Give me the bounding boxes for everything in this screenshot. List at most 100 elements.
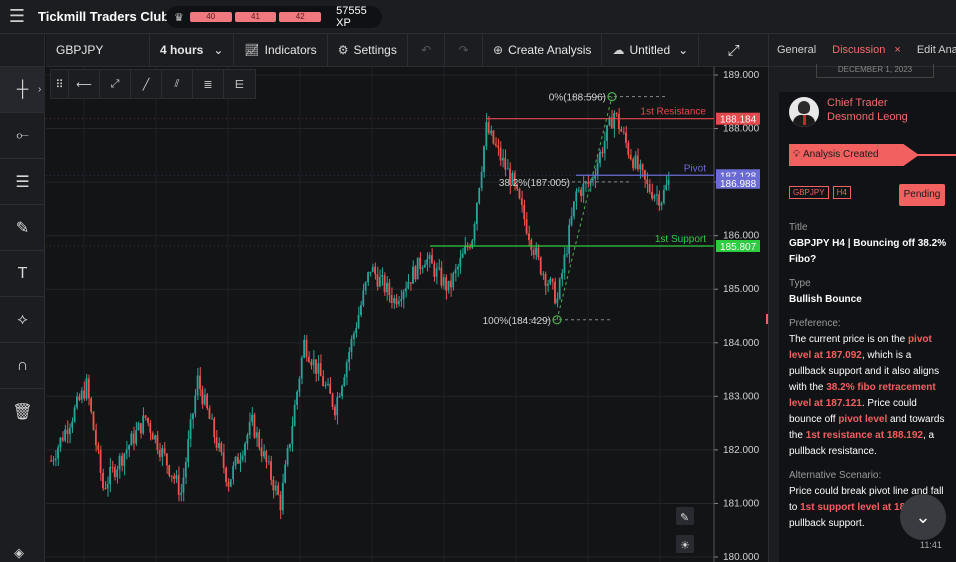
layout-selector[interactable]: ☁ Untitled ⌄ bbox=[602, 33, 700, 67]
level-price-label: 186.988 bbox=[720, 179, 757, 190]
redo-button[interactable]: ↷ bbox=[445, 33, 483, 67]
layers-icon[interactable]: ◈ bbox=[14, 545, 24, 561]
candle-body bbox=[423, 264, 426, 268]
candle-body bbox=[251, 414, 253, 422]
create-analysis-button[interactable]: ⊕ Create Analysis bbox=[483, 33, 603, 67]
candle-body bbox=[99, 449, 102, 473]
chart-canvas[interactable]: 189.000188.000187.000186.000185.000184.0… bbox=[46, 67, 768, 562]
candle-body bbox=[248, 421, 251, 436]
candle-body bbox=[454, 269, 457, 274]
candle-body bbox=[570, 216, 573, 225]
author-info: Chief Trader Desmond Leong bbox=[827, 96, 908, 124]
candle-body bbox=[123, 453, 126, 466]
parallel-channel-tool[interactable]: ≣ bbox=[193, 70, 224, 98]
indicators-button[interactable]: 📈︎ Indicators bbox=[234, 33, 328, 67]
drag-handle-icon[interactable]: ⠿ bbox=[51, 70, 69, 98]
candle-body bbox=[132, 433, 135, 444]
candle-body bbox=[393, 298, 395, 303]
candle-body bbox=[572, 201, 575, 217]
candle-body bbox=[222, 452, 225, 468]
symbol-label: GBPJPY bbox=[56, 43, 104, 57]
fib-icon: ⋿ bbox=[234, 78, 245, 91]
candle-body bbox=[73, 407, 76, 422]
candle-body bbox=[189, 419, 192, 440]
candle-body bbox=[449, 280, 452, 288]
line-tool[interactable]: ╱ bbox=[131, 70, 162, 98]
chevron-down-icon: ⌄ bbox=[678, 43, 689, 57]
candle-body bbox=[277, 485, 279, 495]
panel-tabs: General Discussion × Edit Analys bbox=[769, 34, 956, 67]
tab-discussion[interactable]: Discussion × bbox=[824, 44, 909, 56]
candle-body bbox=[390, 295, 393, 303]
symbol-selector[interactable]: GBPJPY bbox=[46, 33, 150, 67]
settings-button[interactable]: ⚙ Settings bbox=[328, 33, 408, 67]
chevron-down-icon: ⌄ bbox=[213, 43, 224, 57]
candle-body bbox=[213, 418, 216, 438]
tab-general[interactable]: General bbox=[769, 44, 824, 56]
chart-toolbar: GBPJPY 4 hours ⌄ 📈︎ Indicators ⚙ Setting… bbox=[46, 33, 768, 67]
chart-line-icon: 📈︎ bbox=[244, 43, 260, 57]
status-badge[interactable]: Pending bbox=[899, 184, 945, 206]
preference-section: Preference: The current price is on the … bbox=[789, 316, 949, 460]
candle-body bbox=[163, 448, 166, 454]
candle-body bbox=[173, 476, 175, 479]
magnet-icon: ∩ bbox=[16, 356, 29, 374]
fib-tool[interactable]: ⋿ bbox=[224, 70, 255, 98]
close-icon[interactable]: × bbox=[894, 44, 900, 56]
candle-body bbox=[324, 384, 327, 386]
fullscreen-button[interactable]: ⤢ bbox=[699, 34, 768, 67]
price-chart[interactable]: 189.000188.000187.000186.000185.000184.0… bbox=[46, 67, 768, 562]
scroll-down-button[interactable]: ⌄ bbox=[900, 494, 946, 540]
lightbulb-icon: 💡︎ bbox=[793, 149, 800, 160]
candle-body bbox=[291, 425, 294, 444]
trendline-tool[interactable]: ⟜ bbox=[0, 113, 45, 159]
candle-body bbox=[568, 224, 571, 254]
candle-body bbox=[54, 458, 57, 461]
ray-tool[interactable]: ⟵ bbox=[69, 70, 100, 98]
fib-trend bbox=[556, 96, 613, 320]
candle-body bbox=[253, 414, 256, 438]
brush-tool[interactable]: ✎ bbox=[0, 205, 45, 251]
candle-body bbox=[660, 202, 663, 206]
candle-body bbox=[343, 377, 346, 386]
candle-body bbox=[307, 357, 310, 362]
candle-body bbox=[175, 475, 178, 479]
type-label: Type bbox=[789, 278, 811, 289]
tag-symbol: GBPJPY bbox=[789, 186, 829, 199]
candle-body bbox=[625, 132, 627, 143]
candle-body bbox=[665, 184, 668, 190]
magnet-tool[interactable]: ∩ bbox=[0, 343, 45, 389]
title-section: Title GBPJPY H4 | Bouncing off 38.2% Fib… bbox=[789, 220, 949, 268]
pattern-tool[interactable]: ⟡ bbox=[0, 297, 45, 343]
candle-body bbox=[587, 182, 589, 184]
tab-edit-analysis[interactable]: Edit Analys bbox=[909, 44, 956, 56]
ray-icon: ⟵ bbox=[76, 78, 92, 91]
candle-body bbox=[620, 128, 623, 132]
candle-body bbox=[156, 435, 159, 451]
extended-line-tool[interactable]: ⫽ bbox=[162, 70, 193, 98]
candle-body bbox=[648, 184, 651, 193]
delete-tool[interactable]: 🗑︎ bbox=[0, 389, 45, 435]
candle-body bbox=[627, 142, 630, 155]
text-tool[interactable]: T bbox=[0, 251, 45, 297]
candle-body bbox=[220, 443, 223, 453]
channel-tool[interactable]: ☰ bbox=[0, 159, 45, 205]
candle-body bbox=[646, 179, 649, 185]
candle-body bbox=[447, 280, 450, 291]
candle-body bbox=[64, 429, 66, 441]
chevron-right-icon[interactable]: › bbox=[38, 84, 41, 95]
trendline-icon: ⟜ bbox=[16, 126, 29, 144]
candle-body bbox=[187, 439, 190, 463]
candle-body bbox=[565, 253, 568, 255]
candle-body bbox=[182, 477, 185, 493]
menu-icon[interactable]: ☰ bbox=[0, 0, 34, 34]
candle-body bbox=[421, 267, 424, 269]
candle-body bbox=[381, 275, 384, 277]
segment-tool[interactable]: ⤢ bbox=[100, 70, 131, 98]
candle-body bbox=[272, 479, 275, 491]
candle-body bbox=[352, 333, 355, 339]
undo-button[interactable]: ↶ bbox=[408, 33, 446, 67]
candle-body bbox=[329, 383, 332, 394]
timeframe-selector[interactable]: 4 hours ⌄ bbox=[150, 33, 235, 67]
toolbar-corner bbox=[0, 34, 45, 67]
